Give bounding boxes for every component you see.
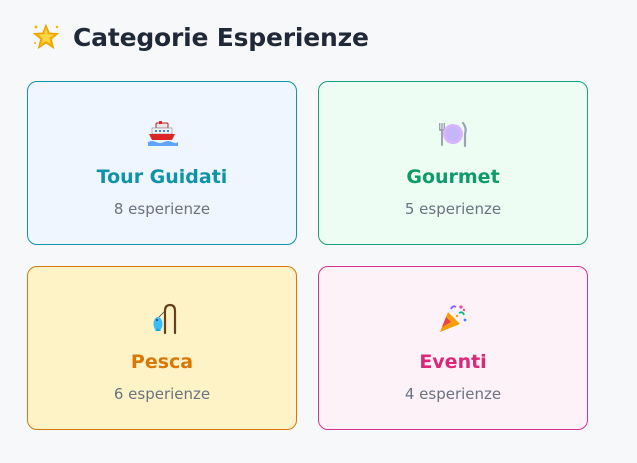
category-card-tour-guidati[interactable]: Tour Guidati 8 esperienze xyxy=(27,81,297,245)
category-label: Gourmet xyxy=(406,166,500,188)
category-count: 5 esperienze xyxy=(404,200,502,218)
ship-icon xyxy=(28,118,296,150)
category-card-eventi[interactable]: Eventi 4 esperienze xyxy=(318,266,588,430)
plate-cutlery-icon xyxy=(319,118,587,150)
glowing-star-icon xyxy=(31,22,61,52)
category-count: 8 esperienze xyxy=(113,200,211,218)
party-popper-icon xyxy=(319,303,587,335)
page-title: Categorie Esperienze xyxy=(73,22,369,52)
category-count: 6 esperienze xyxy=(113,385,211,403)
category-label: Pesca xyxy=(130,351,194,373)
category-count: 4 esperienze xyxy=(404,385,502,403)
category-label: Eventi xyxy=(419,351,487,373)
fishing-pole-icon xyxy=(28,303,296,335)
category-card-gourmet[interactable]: Gourmet 5 esperienze xyxy=(318,81,588,245)
category-card-pesca[interactable]: Pesca 6 esperienze xyxy=(27,266,297,430)
category-label: Tour Guidati xyxy=(96,166,228,188)
section-heading: Categorie Esperienze xyxy=(31,20,369,54)
